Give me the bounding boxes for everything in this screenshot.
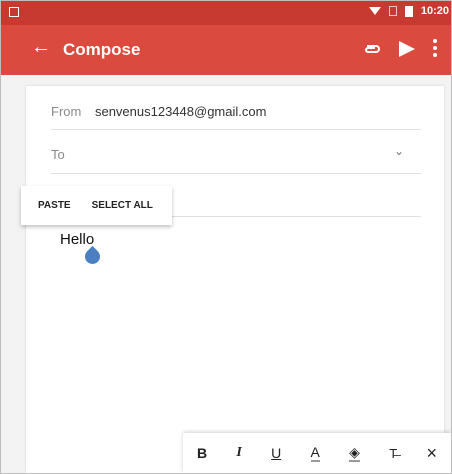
text-selection-menu: PASTE SELECT ALL	[21, 186, 172, 225]
page-title: Compose	[63, 40, 141, 59]
to-divider	[51, 173, 421, 174]
status-bar: 10:20	[1, 1, 451, 25]
compose-card: From senvenus123448@gmail.com To ⌄ Hello	[26, 86, 444, 473]
more-vert-icon[interactable]	[433, 39, 437, 57]
attachment-icon[interactable]	[364, 41, 380, 59]
from-address[interactable]: senvenus123448@gmail.com	[95, 104, 266, 119]
from-label: From	[51, 104, 82, 119]
from-divider	[51, 129, 421, 130]
text-cursor-handle[interactable]	[81, 245, 104, 268]
underline-button[interactable]: U	[271, 445, 281, 461]
status-time: 10:20	[420, 5, 449, 17]
clear-format-button[interactable]: T̶	[389, 446, 397, 461]
app-bar: ← Compose	[1, 25, 451, 75]
to-field[interactable]: To	[51, 147, 65, 162]
status-indicators: 10:20	[368, 5, 449, 17]
signal-icon	[388, 6, 397, 16]
bold-button[interactable]: B	[197, 445, 207, 461]
send-icon[interactable]	[399, 41, 415, 57]
fill-color-icon[interactable]: ◈	[349, 445, 360, 462]
from-row: From senvenus123448@gmail.com	[51, 104, 266, 119]
chevron-down-icon[interactable]: ⌄	[394, 144, 404, 158]
close-toolbar-button[interactable]: ×	[426, 444, 437, 462]
paste-button[interactable]: PASTE	[38, 200, 71, 211]
battery-icon	[404, 5, 413, 17]
text-color-button[interactable]: A	[310, 445, 320, 462]
italic-button[interactable]: I	[236, 445, 241, 461]
back-arrow-icon[interactable]: ←	[31, 37, 51, 57]
format-toolbar: B I U A ◈ T̶ ×	[183, 433, 451, 473]
notification-icon	[9, 7, 19, 17]
body-text[interactable]: Hello	[60, 231, 94, 248]
select-all-button[interactable]: SELECT ALL	[92, 200, 153, 211]
screen: 10:20 ← Compose From senvenus123448@gmai…	[0, 0, 452, 474]
wifi-icon	[368, 7, 381, 15]
